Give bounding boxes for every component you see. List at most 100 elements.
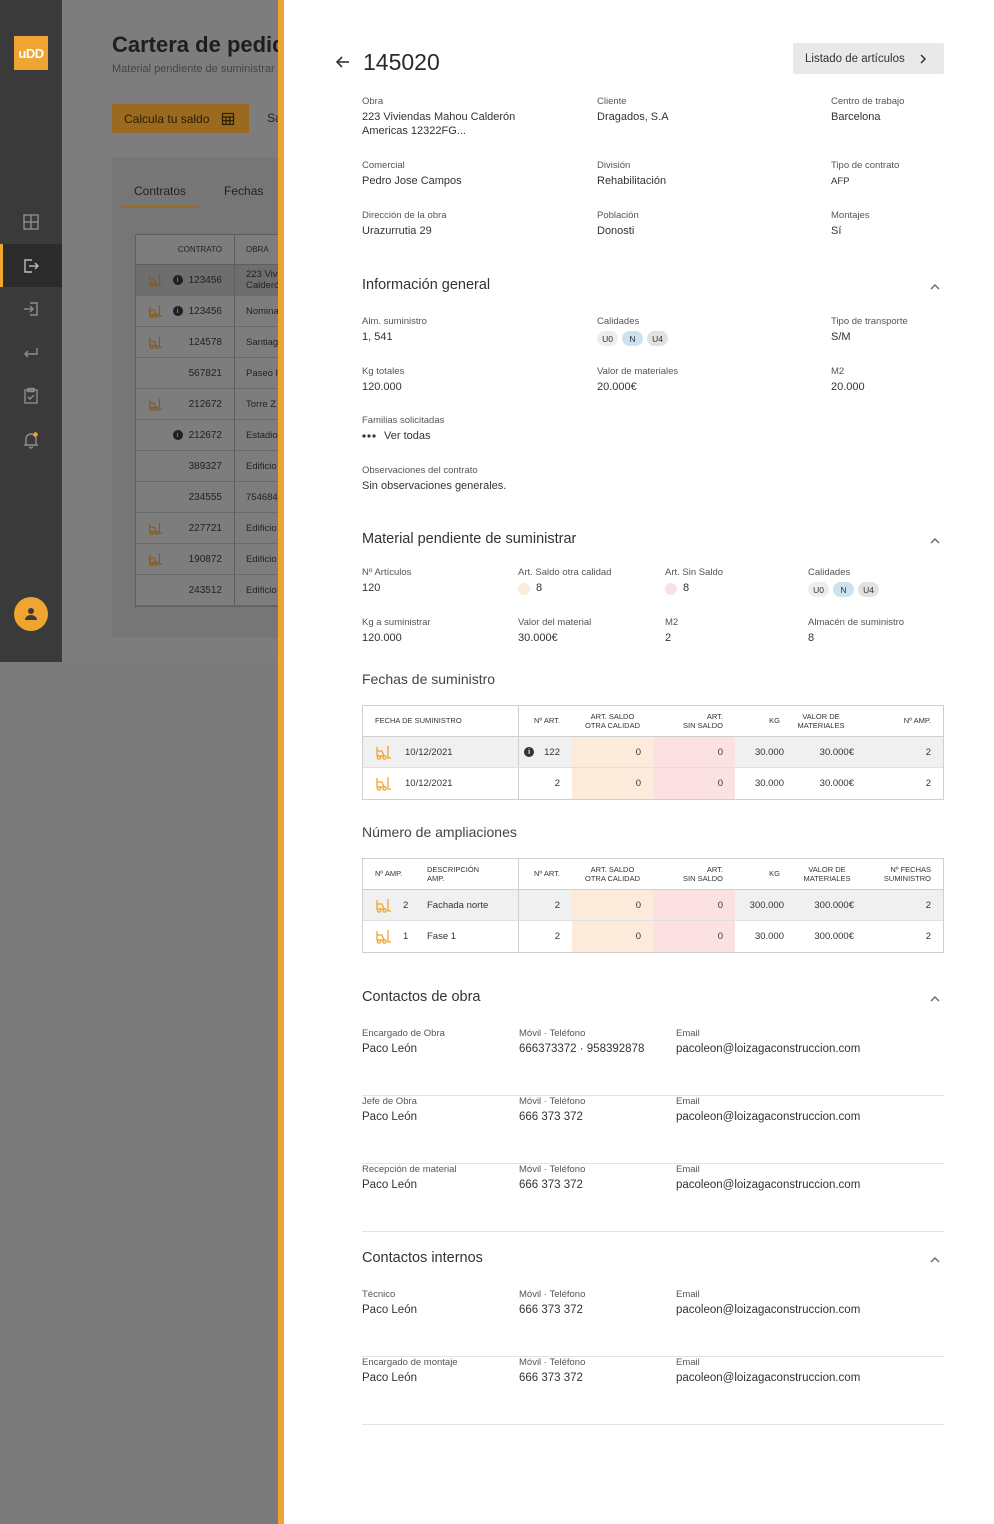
email-value[interactable]: pacoleon@loizagaconstruccion.com — [676, 1304, 860, 1318]
section-contactos-obra-title: Contactos de obra — [362, 989, 481, 1005]
phone-value[interactable]: 666 373 372 — [519, 1111, 585, 1125]
phone-value[interactable]: 666 373 372 — [519, 1179, 585, 1193]
contract-detail-drawer: 145020 Listado de artículos Obra 223 Viv… — [284, 0, 994, 1524]
transporte-value: S/M — [831, 331, 851, 343]
phone-value[interactable]: 666373372 · 958392878 — [519, 1043, 644, 1057]
table-row[interactable]: 227721 Edificio — [136, 513, 278, 544]
obra-cell: 223 Viv Calderó — [246, 269, 278, 291]
chevron-up-icon[interactable] — [929, 535, 941, 547]
email-label: Email — [676, 1096, 700, 1107]
amp-cell: 2 — [925, 746, 931, 758]
tab-contratos[interactable]: Contratos — [122, 184, 199, 208]
contrato-cell: 389327 — [136, 451, 235, 481]
email-label: Email — [676, 1028, 700, 1039]
amp-cell: 1 — [363, 921, 427, 952]
table-row[interactable]: i 123456 223 Viv Calderó — [136, 265, 278, 296]
col-amp: Nº AMP. — [375, 869, 403, 879]
table-row[interactable]: 10/12/2021 i 122 0 0 30.000 30.000€ 2 — [363, 737, 943, 768]
field-transporte: Tipo de transporte S/M — [831, 316, 908, 345]
back-arrow-icon[interactable] — [334, 53, 352, 71]
contrato-value: 123456 — [188, 274, 222, 286]
role-label: Jefe de Obra — [362, 1096, 417, 1107]
secondary-button[interactable]: Sa — [267, 111, 278, 125]
direccion-label: Dirección de la obra — [362, 210, 447, 221]
m2-label: M2 — [831, 366, 845, 377]
login-icon — [24, 301, 38, 316]
field-cliente: Cliente Dragados, S.A — [597, 96, 669, 125]
contrato-cell: 190872 — [136, 544, 235, 574]
comercial-label: Comercial — [362, 160, 405, 171]
contrato-value: 227721 — [188, 522, 222, 534]
phone-value[interactable]: 666 373 372 — [519, 1304, 585, 1318]
forklift-icon — [149, 305, 163, 318]
contrato-cell: i 123456 — [136, 265, 235, 295]
articulos-label: Nº Artículos — [362, 567, 412, 578]
email-value[interactable]: pacoleon@loizagaconstruccion.com — [676, 1043, 860, 1057]
col-contrato: CONTRATO — [136, 235, 235, 264]
obs-label: Observaciones del contrato — [362, 465, 478, 476]
table-row[interactable]: 190872 Edificio — [136, 544, 278, 575]
obra-cell: 754684 — [246, 491, 278, 503]
info-icon: i — [172, 430, 183, 440]
chevron-up-icon[interactable] — [929, 281, 941, 293]
nav-returns[interactable] — [0, 331, 62, 374]
forklift-icon — [376, 777, 391, 791]
calc-balance-button[interactable]: Calcula tu saldo — [112, 104, 249, 133]
table-row[interactable]: i 123456 Nomina — [136, 296, 278, 327]
phone-label: Móvil · Teléfono — [519, 1164, 586, 1175]
centro-label: Centro de trabajo — [831, 96, 905, 107]
table-row[interactable]: 10/12/2021 2 0 0 30.000 30.000€ 2 — [363, 768, 943, 799]
ver-todas-link[interactable]: Ver todas — [362, 430, 444, 442]
nav-clipboard[interactable] — [0, 374, 62, 417]
app-logo[interactable]: uDD — [14, 36, 48, 70]
field-kg-suministrar: Kg a suministrar 120.000 — [362, 617, 431, 646]
nav-dashboard[interactable] — [0, 200, 62, 243]
col-valor: VALOR DE MATERIALES — [797, 711, 845, 731]
alm-label: Alm. suministro — [362, 316, 427, 327]
email-value[interactable]: pacoleon@loizagaconstruccion.com — [676, 1372, 860, 1386]
table-row[interactable]: 389327 Edificio — [136, 451, 278, 482]
email-value[interactable]: pacoleon@loizagaconstruccion.com — [676, 1111, 860, 1125]
table-row[interactable]: i 212672 Estadio — [136, 420, 278, 451]
article-list-button[interactable]: Listado de artículos — [793, 43, 944, 74]
return-icon — [24, 347, 38, 357]
nav-entry-orders[interactable] — [0, 287, 62, 330]
m2-value: 20.000 — [831, 381, 865, 393]
article-list-label: Listado de artículos — [805, 52, 905, 65]
contrato-value: 212672 — [188, 429, 222, 441]
tipo-contrato-value: AFP — [831, 176, 850, 187]
chevron-up-icon[interactable] — [929, 993, 941, 1005]
table-row[interactable]: 2 Fachada norte 2 0 0 300.000 300.000€ 2 — [363, 890, 943, 921]
sin-saldo-label: Art. Sin Saldo — [665, 567, 724, 578]
chevron-up-icon[interactable] — [929, 1254, 941, 1266]
calidades-pend-chips: U0 N U4 — [808, 582, 879, 597]
alm-value: 1, 541 — [362, 331, 393, 343]
kg-cell: 30.000 — [754, 931, 784, 942]
user-avatar[interactable] — [14, 597, 48, 631]
nart-cell: i 122 — [519, 737, 572, 767]
table-row[interactable]: 243512 Edificio — [136, 575, 278, 606]
field-sin-saldo: Art. Sin Saldo 8 — [665, 567, 723, 596]
col-nart: Nº ART. — [534, 716, 560, 726]
transporte-label: Tipo de transporte — [831, 316, 908, 327]
phone-label: Móvil · Teléfono — [519, 1357, 586, 1368]
table-row[interactable]: 567821 Paseo l — [136, 358, 278, 389]
table-row[interactable]: 1 Fase 1 2 0 0 30.000 300.000€ 2 — [363, 921, 943, 952]
contrato-value: 212672 — [188, 398, 222, 410]
nav-notifications[interactable] — [0, 418, 62, 461]
table-row[interactable]: 234555 754684 — [136, 482, 278, 513]
tab-fechas[interactable]: Fechas — [224, 184, 263, 208]
table-row[interactable]: 212672 Torre Z — [136, 389, 278, 420]
contact-role: Recepción de material Paco León — [362, 1164, 457, 1193]
table-row[interactable]: 124578 Santiag — [136, 327, 278, 358]
contact-row: Técnico Paco León Móvil · Teléfono 666 3… — [362, 1289, 944, 1357]
nav-exit-orders[interactable] — [0, 244, 62, 287]
col-valor: VALOR DE MATERIALES — [803, 864, 851, 884]
email-value[interactable]: pacoleon@loizagaconstruccion.com — [676, 1179, 860, 1193]
nav-rail: uDD — [0, 0, 62, 662]
phone-value[interactable]: 666 373 372 — [519, 1372, 585, 1386]
contact-phone: Móvil · Teléfono 666 373 372 — [519, 1289, 585, 1318]
obra-cell: Edificio — [246, 522, 277, 534]
contact-role: Encargado de Obra Paco León — [362, 1028, 445, 1057]
sin-saldo-value: 8 — [683, 582, 690, 594]
